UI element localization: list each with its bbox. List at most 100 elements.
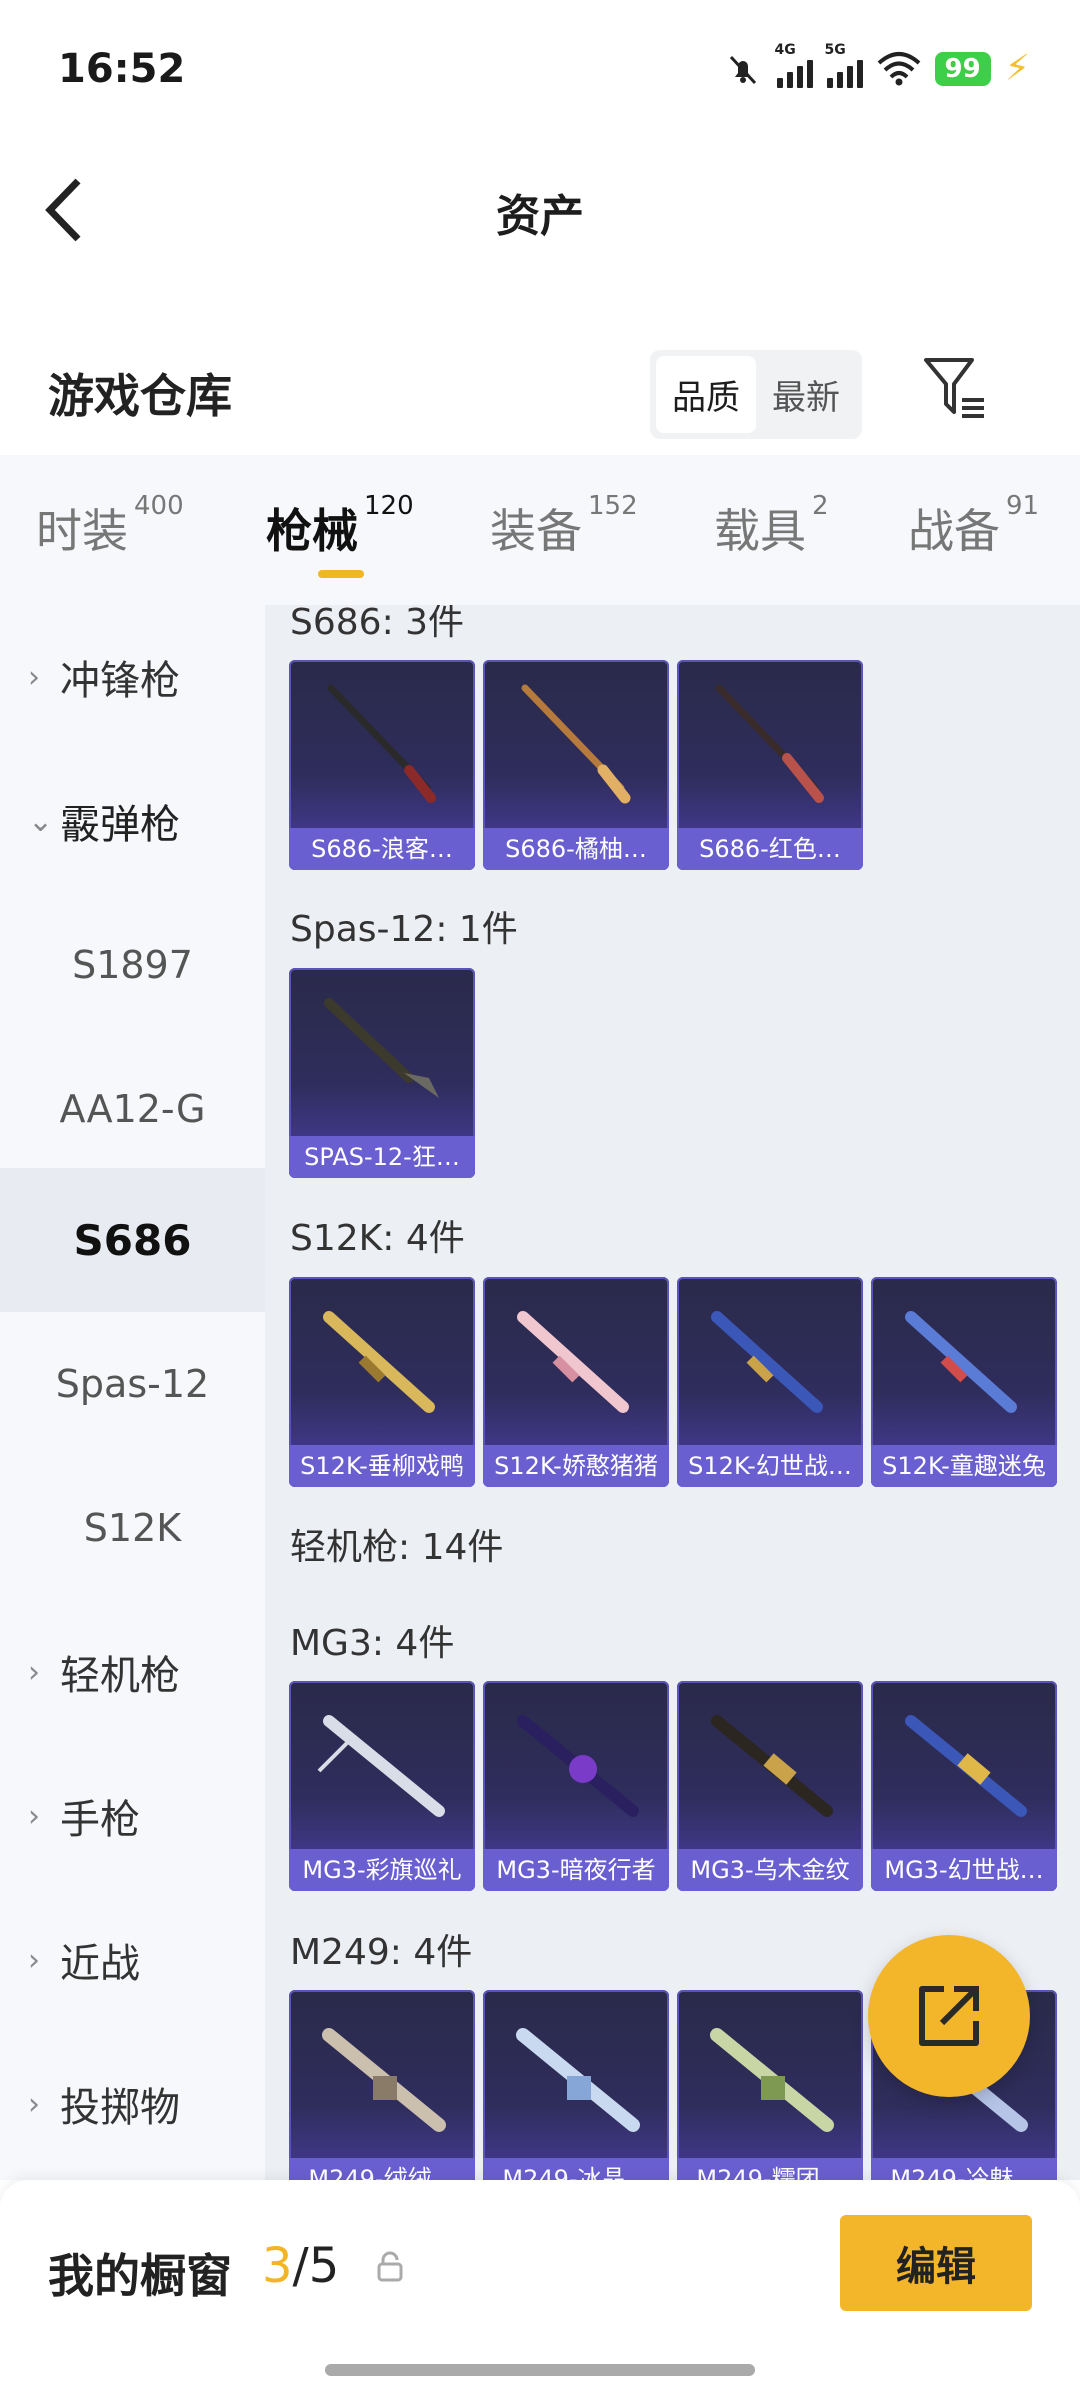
status-time: 16:52 <box>58 46 186 92</box>
tab-label: 装备 <box>490 504 582 558</box>
tab-vehicles[interactable]: 载具 2 <box>714 491 829 561</box>
machine-gun-skin-icon <box>517 1715 639 1817</box>
sidebar-item-s1897[interactable]: S1897 <box>0 893 265 1037</box>
charging-icon: ⚡ <box>1004 48 1030 89</box>
item-card-label: M249-糯团… <box>677 2158 863 2180</box>
sidebar-item-melee[interactable]: › 近战 <box>0 1888 265 2032</box>
item-card-label: S12K-娇憨猪猪 <box>483 1445 669 1487</box>
item-card-label: S12K-幻世战… <box>677 1445 863 1487</box>
sidebar-item-smg[interactable]: › 冲锋枪 <box>0 605 265 749</box>
shotgun-skin-icon <box>715 684 824 803</box>
tab-count: 152 <box>588 491 638 521</box>
item-card[interactable]: MG3-彩旗巡礼 <box>289 1681 475 1891</box>
item-card[interactable]: S686-浪客… <box>289 660 475 870</box>
item-card-label: S686-橘柚… <box>483 828 669 870</box>
warehouse-bar: 游戏仓库 品质 最新 <box>0 330 1080 450</box>
sidebar-item-label: 近战 <box>60 1941 140 1987</box>
tab-count: 2 <box>812 491 829 521</box>
sidebar-item-label: 轻机枪 <box>60 1653 180 1699</box>
sort-quality-button[interactable]: 品质 <box>656 356 756 433</box>
chevron-right-icon: › <box>28 1798 40 1834</box>
tab-count: 120 <box>364 491 414 521</box>
sidebar-item-lmg[interactable]: › 轻机枪 <box>0 1600 265 1744</box>
item-card-label: M249-绒绒… <box>289 2158 475 2180</box>
tab-equipment[interactable]: 装备 152 <box>490 491 638 561</box>
item-card[interactable]: S686-橘柚… <box>483 660 669 870</box>
signal-5g-icon: 5G <box>825 42 863 88</box>
sidebar-item-label: 投掷物 <box>60 2085 180 2131</box>
item-card[interactable]: M249-绒绒… <box>289 1990 475 2180</box>
wifi-icon <box>877 51 920 85</box>
group-title-s12k: S12K: 4件 <box>290 1218 465 1259</box>
sidebar-item-spas12[interactable]: Spas-12 <box>0 1312 265 1456</box>
item-card[interactable]: S12K-童趣迷兔 <box>871 1277 1057 1487</box>
sidebar-item-aa12g[interactable]: AA12-G <box>0 1037 265 1181</box>
page-title: 资产 <box>496 191 584 242</box>
sidebar-item-pistol[interactable]: › 手枪 <box>0 1744 265 1888</box>
item-card-label: S686-红色… <box>677 828 863 870</box>
item-card-label: S12K-童趣迷兔 <box>871 1445 1057 1487</box>
rifle-skin-icon <box>517 1311 629 1413</box>
home-indicator[interactable] <box>325 2364 755 2376</box>
machine-gun-skin-icon <box>710 2028 834 2132</box>
status-bar: 16:52 4G 5G 99 ⚡ <box>0 0 1080 140</box>
group-title-lmg: 轻机枪: 14件 <box>290 1527 504 1568</box>
filter-icon[interactable] <box>920 354 990 424</box>
share-icon <box>919 1986 979 2046</box>
tab-supplies[interactable]: 战备 91 <box>908 491 1039 561</box>
item-card[interactable]: S12K-幻世战… <box>677 1277 863 1487</box>
item-card-label: MG3-彩旗巡礼 <box>289 1849 475 1891</box>
sidebar-item-shotgun[interactable]: ⌄ 霰弹枪 <box>0 749 265 893</box>
item-card[interactable]: MG3-幻世战… <box>871 1681 1057 1891</box>
item-card-label: MG3-暗夜行者 <box>483 1849 669 1891</box>
item-card-label: MG3-幻世战… <box>871 1849 1057 1891</box>
showcase-current: 3 <box>262 2238 293 2294</box>
net-type-2: 5G <box>824 41 846 58</box>
item-card[interactable]: MG3-暗夜行者 <box>483 1681 669 1891</box>
item-card-label: M249-冷魅… <box>871 2158 1057 2180</box>
sidebar-item-label: 霰弹枪 <box>60 802 180 848</box>
item-card[interactable]: MG3-乌木金纹 <box>677 1681 863 1891</box>
item-card[interactable]: S686-红色… <box>677 660 863 870</box>
sidebar-item-s686[interactable]: S686 <box>0 1168 265 1312</box>
status-icons: 4G 5G 99 ⚡ <box>723 42 1030 89</box>
item-card[interactable]: S12K-娇憨猪猪 <box>483 1277 669 1487</box>
lock-icon <box>377 2251 403 2282</box>
machine-gun-skin-icon <box>322 2028 446 2132</box>
net-type-1: 4G <box>774 41 796 58</box>
item-card[interactable]: SPAS-12-狂… <box>289 968 475 1178</box>
shotgun-skin-icon <box>327 684 436 803</box>
active-tab-indicator <box>318 570 364 578</box>
chevron-down-icon: ⌄ <box>28 803 54 839</box>
warehouse-title: 游戏仓库 <box>48 369 232 423</box>
chevron-right-icon: › <box>28 1654 40 1690</box>
mute-icon <box>729 55 756 84</box>
tab-fashion[interactable]: 时装 400 <box>36 491 184 561</box>
tab-count: 400 <box>134 491 184 521</box>
tab-label: 战备 <box>908 504 1000 558</box>
machine-gun-skin-icon <box>711 1715 833 1817</box>
machine-gun-skin-icon <box>905 1715 1027 1817</box>
rifle-skin-icon <box>323 1311 435 1413</box>
chevron-right-icon: › <box>28 659 40 695</box>
item-card[interactable]: S12K-垂柳戏鸭 <box>289 1277 475 1487</box>
item-card-label: M249-冰晶… <box>483 2158 669 2180</box>
edit-button[interactable]: 编辑 <box>840 2215 1032 2311</box>
item-card[interactable]: M249-冰晶… <box>483 1990 669 2180</box>
sort-newest-button[interactable]: 最新 <box>756 356 856 433</box>
tab-guns[interactable]: 枪械 120 <box>266 491 414 561</box>
sidebar-item-s12k[interactable]: S12K <box>0 1456 265 1600</box>
tab-label: 载具 <box>714 504 806 558</box>
rifle-skin-icon <box>711 1311 823 1413</box>
shotgun-skin-icon <box>521 684 631 804</box>
chevron-right-icon: › <box>28 2086 40 2122</box>
sidebar-item-throwable[interactable]: › 投掷物 <box>0 2032 265 2176</box>
group-title-m249: M249: 4件 <box>290 1932 473 1973</box>
share-button[interactable] <box>868 1935 1030 2097</box>
group-title-mg3: MG3: 4件 <box>290 1623 455 1664</box>
item-card[interactable]: M249-糯团… <box>677 1990 863 2180</box>
item-card-label: SPAS-12-狂… <box>289 1136 475 1178</box>
machine-gun-skin-icon <box>516 2028 640 2132</box>
sidebar-item-label: 冲锋枪 <box>60 658 180 704</box>
group-title-s686: S686: 3件 <box>290 605 465 643</box>
